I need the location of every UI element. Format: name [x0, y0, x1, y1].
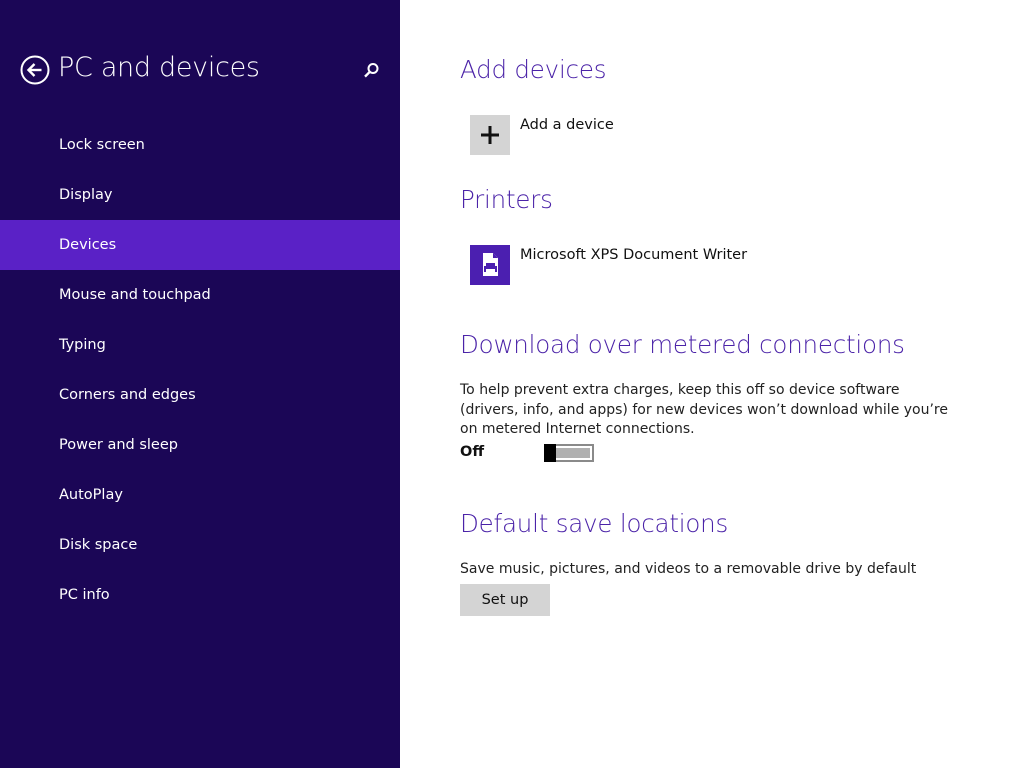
sidebar-item-disk-space[interactable]: Disk space [0, 520, 400, 570]
sidebar-item-lock-screen[interactable]: Lock screen [0, 120, 400, 170]
plus-icon [481, 126, 499, 144]
sidebar-item-mouse-and-touchpad[interactable]: Mouse and touchpad [0, 270, 400, 320]
sidebar-item-typing[interactable]: Typing [0, 320, 400, 370]
sidebar-item-power-and-sleep[interactable]: Power and sleep [0, 420, 400, 470]
sidebar-item-corners-and-edges[interactable]: Corners and edges [0, 370, 400, 420]
metered-heading: Download over metered connections [460, 330, 905, 359]
printer-tile[interactable] [470, 245, 510, 285]
save-locations-heading: Default save locations [460, 509, 729, 538]
sidebar-nav: Lock screen Display Devices Mouse and to… [0, 120, 400, 620]
main-content: Add devices Add a device Printers Micros… [400, 0, 1024, 768]
add-device-label[interactable]: Add a device [520, 117, 614, 133]
add-devices-heading: Add devices [460, 55, 607, 84]
printer-label[interactable]: Microsoft XPS Document Writer [520, 247, 747, 263]
printer-icon [483, 253, 498, 276]
metered-description: To help prevent extra charges, keep this… [460, 382, 948, 437]
page-title: PC and devices [58, 52, 260, 83]
sidebar-item-devices[interactable]: Devices [0, 220, 400, 270]
metered-toggle[interactable] [544, 444, 594, 462]
save-locations-description: Save music, pictures, and videos to a re… [460, 561, 917, 577]
sidebar: PC and devices Lock screen Display Devic… [0, 0, 400, 768]
toggle-thumb [544, 444, 556, 462]
sidebar-item-display[interactable]: Display [0, 170, 400, 220]
add-device-button[interactable] [470, 115, 510, 155]
sidebar-item-autoplay[interactable]: AutoPlay [0, 470, 400, 520]
setup-button[interactable]: Set up [460, 584, 550, 616]
printers-heading: Printers [460, 185, 553, 214]
metered-toggle-state: Off [460, 444, 485, 460]
sidebar-item-pc-info[interactable]: PC info [0, 570, 400, 620]
search-icon[interactable] [361, 61, 381, 81]
back-arrow-icon[interactable] [20, 55, 50, 85]
